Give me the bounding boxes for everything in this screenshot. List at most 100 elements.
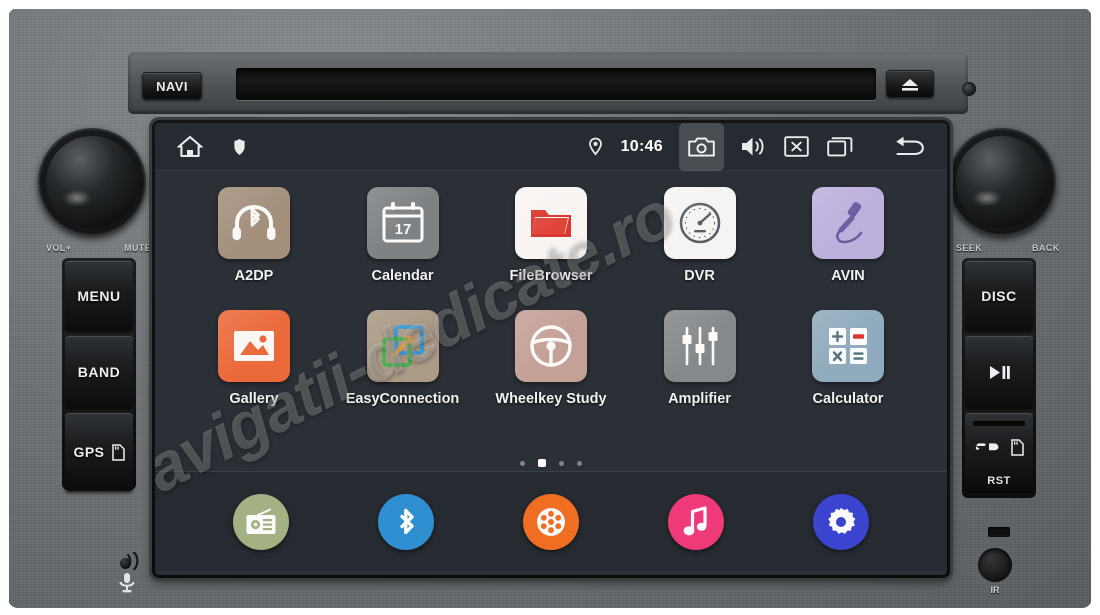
app-filebrowser[interactable]: FileBrowser [492, 187, 610, 284]
microphone-area [94, 552, 160, 594]
gps-button-label: GPS [73, 444, 105, 460]
eject-button[interactable] [886, 70, 934, 98]
status-bar-clock: 10:46 [620, 137, 663, 155]
photo-icon [234, 331, 274, 361]
page-margin-right [1091, 0, 1100, 615]
app-label: AVIN [831, 268, 865, 284]
eject-icon [902, 78, 918, 91]
close-box-icon[interactable] [784, 136, 809, 157]
app-label: Wheelkey Study [495, 391, 607, 407]
dock-bluetooth-button[interactable] [378, 493, 435, 550]
shield-icon[interactable] [233, 138, 246, 156]
screen-bezel: 10:46 A2DP 17 Calendar FileBrowser DVR A… [152, 120, 950, 578]
camera-icon[interactable] [679, 123, 724, 171]
app-label: DVR [684, 268, 715, 284]
left-button-column: MENU BAND GPS [62, 258, 136, 491]
ir-receiver-area: IR [978, 548, 1012, 595]
touchscreen[interactable]: 10:46 A2DP 17 Calendar FileBrowser DVR A… [155, 123, 947, 575]
steering-wheel-icon [530, 325, 572, 367]
knob-label-seek: SEEK [956, 243, 983, 253]
play-pause-button[interactable] [965, 336, 1033, 408]
app-tile[interactable] [663, 310, 736, 382]
bluetooth-headphones-icon [232, 204, 276, 240]
app-a2dp[interactable]: A2DP [195, 187, 313, 284]
home-icon[interactable] [177, 134, 203, 159]
app-label: Gallery [229, 391, 279, 407]
app-calculator[interactable]: Calculator [789, 310, 907, 407]
app-calendar[interactable]: 17 Calendar [344, 187, 462, 284]
sd-card-slot[interactable] [973, 421, 1025, 426]
app-label: Calculator [812, 391, 884, 407]
app-row: Gallery EasyConnection Wheelkey Study Am… [195, 310, 907, 407]
dock-settings-button[interactable] [812, 493, 869, 550]
page-indicator[interactable] [155, 459, 947, 467]
recents-icon[interactable] [827, 136, 853, 157]
app-tile[interactable] [515, 187, 587, 259]
knob-label-volume: VOL+ [46, 243, 72, 253]
sd-card-slot-button[interactable]: RST [965, 413, 1033, 491]
menu-button[interactable]: MENU [65, 261, 133, 331]
page-dot[interactable] [577, 460, 582, 466]
page-dot[interactable] [520, 460, 525, 466]
sound-waves-icon [126, 552, 139, 570]
app-label: EasyConnection [345, 391, 460, 407]
app-grid: A2DP 17 Calendar FileBrowser DVR AVIN Ga… [155, 171, 947, 471]
app-row: A2DP 17 Calendar FileBrowser DVR AVIN [195, 187, 907, 284]
status-bar: 10:46 [155, 123, 947, 171]
app-dvr[interactable]: DVR [641, 187, 759, 284]
mic-hole [120, 558, 131, 569]
film-reel-icon [536, 507, 565, 536]
right-button-column: DISC RST [962, 258, 1036, 498]
app-tile[interactable] [218, 310, 290, 382]
tune-knob[interactable] [948, 128, 1056, 236]
gps-button[interactable]: GPS [65, 413, 133, 491]
disc-button[interactable]: DISC [965, 261, 1033, 331]
app-amplifier[interactable]: Amplifier [641, 310, 759, 407]
usb-slot[interactable] [988, 527, 1010, 537]
page-margin-bottom [0, 608, 1100, 615]
page-dot-active[interactable] [538, 459, 546, 467]
sd-logo-icon [975, 443, 998, 451]
radio-icon [246, 508, 276, 534]
reset-label: RST [987, 475, 1011, 487]
app-tile[interactable] [218, 187, 290, 259]
dock-radio-button[interactable] [233, 493, 290, 550]
reset-pinhole[interactable] [962, 82, 976, 96]
ir-receiver-icon [978, 548, 1012, 582]
row-spacer [195, 284, 907, 310]
music-note-icon [683, 505, 707, 535]
app-wheelkey-study[interactable]: Wheelkey Study [492, 310, 610, 407]
bluetooth-icon [400, 508, 414, 534]
speedometer-icon [679, 202, 720, 244]
app-tile[interactable] [515, 310, 587, 382]
back-arrow-icon[interactable] [893, 135, 925, 159]
dock-music-button[interactable] [667, 493, 724, 550]
calculator-icon [829, 328, 867, 364]
app-tile[interactable] [812, 187, 884, 259]
volume-knob[interactable] [38, 128, 146, 236]
app-label: A2DP [234, 268, 274, 284]
play-pause-icon [990, 365, 1010, 379]
page-dot[interactable] [559, 460, 564, 466]
app-label: Calendar [371, 268, 434, 284]
speaker-icon[interactable] [740, 135, 766, 158]
app-tile[interactable]: 17 [366, 187, 439, 259]
app-tile[interactable] [366, 310, 439, 382]
page-margin-left [0, 0, 9, 615]
app-label: FileBrowser [509, 268, 593, 284]
app-gallery[interactable]: Gallery [195, 310, 313, 407]
app-tile[interactable] [812, 310, 884, 382]
calendar-day: 17 [394, 221, 411, 238]
knob-label-back: BACK [1032, 243, 1060, 253]
car-head-unit: NAVI VOL+ MUTE SEEK BACK MENU BAND GPS D… [0, 0, 1100, 615]
app-avin[interactable]: AVIN [789, 187, 907, 284]
dock-bar [155, 471, 947, 571]
band-button[interactable]: BAND [65, 336, 133, 408]
app-label: Amplifier [668, 391, 731, 407]
app-easyconnection[interactable]: EasyConnection [344, 310, 462, 407]
dock-video-button[interactable] [522, 493, 579, 550]
disc-slot [236, 68, 876, 100]
sd-card-icon [111, 443, 125, 461]
app-tile[interactable] [663, 187, 736, 259]
navi-button[interactable]: NAVI [142, 72, 202, 100]
